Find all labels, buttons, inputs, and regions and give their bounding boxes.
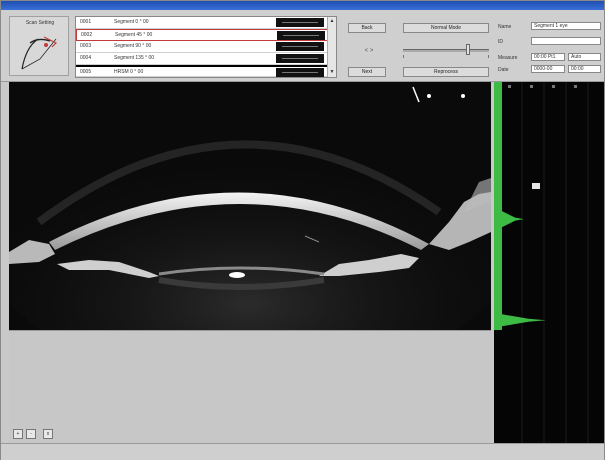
scan-setting-button[interactable]: Scan Setting (9, 16, 69, 76)
time-field[interactable]: 00:00 (568, 65, 601, 73)
reset-view-button[interactable]: x (43, 429, 53, 439)
scan-row-id: 0002 (81, 32, 93, 38)
scan-setting-label: Scan Setting (25, 20, 55, 26)
id-field[interactable] (531, 37, 601, 45)
scan-row-name: HRSM 0 ° 00 (114, 69, 144, 75)
scan-row-name: Segment 135 ° 00 (114, 55, 155, 61)
lower-panel (9, 330, 491, 443)
name-label: Name (498, 24, 512, 30)
date-label: Date (498, 67, 509, 73)
signal-baseline (494, 82, 502, 330)
scan-thumbnail (277, 31, 325, 40)
signal-top-ticks (508, 85, 577, 88)
a-scan-signal-panel[interactable] (494, 82, 604, 443)
scan-thumbnail (276, 68, 324, 77)
scan-row[interactable]: 0001 Segment 0 ° 00 (76, 17, 328, 29)
signal-marker (532, 183, 540, 189)
next-button[interactable]: Next (348, 67, 386, 77)
back-button[interactable]: Back (348, 23, 386, 33)
scan-list[interactable]: 0001 Segment 0 ° 00 0002 Segment 45 ° 00… (75, 16, 337, 78)
scan-thumbnail (276, 54, 324, 63)
oct-image-viewer[interactable] (9, 82, 491, 330)
brightness-slider-thumb[interactable] (465, 44, 470, 55)
scan-row-id: 0001 (80, 19, 92, 25)
scan-row[interactable]: 0003 Segment 90 ° 00 (76, 41, 328, 53)
anterior-segment-scan (9, 82, 491, 330)
id-label: ID (498, 39, 503, 45)
step-arrows[interactable]: < > (359, 48, 379, 54)
zoom-in-button[interactable]: + (13, 429, 23, 439)
eye-scan-icon (21, 36, 58, 70)
scroll-down-icon[interactable]: ▼ (329, 69, 335, 75)
mode-button[interactable]: Normal Mode (403, 23, 489, 33)
scan-row-id: 0005 (80, 69, 92, 75)
status-bar (1, 443, 604, 460)
measure-label: Measure (498, 55, 518, 61)
scan-thumbnail (276, 18, 324, 27)
scroll-up-icon[interactable]: ▲ (329, 18, 335, 24)
scan-row-name: Segment 90 ° 00 (114, 43, 152, 49)
reprocess-button[interactable]: Reprocess (403, 67, 489, 77)
scan-row[interactable]: 0004 Segment 135 ° 00 (76, 53, 328, 65)
scan-row-id: 0003 (80, 43, 92, 49)
scan-row-name: Segment 0 ° 00 (114, 19, 149, 25)
toolbar: Scan Setting 0001 Segment 0 ° 00 0002 Se… (1, 10, 604, 82)
a-scan-signal (494, 82, 589, 443)
scan-thumbnail (276, 42, 324, 51)
scan-row-id: 0004 (80, 55, 92, 61)
scan-row-selected[interactable]: 0002 Segment 45 ° 00 (76, 29, 328, 41)
scan-list-scrollbar[interactable]: ▲ ▼ (327, 17, 336, 77)
zoom-out-button[interactable]: - (26, 429, 36, 439)
brightness-slider-track[interactable] (403, 49, 489, 52)
date-field[interactable]: 0000-00 (531, 65, 565, 73)
signal-peak-1 (502, 211, 524, 228)
signal-grid (521, 82, 589, 443)
slider-ticks (403, 55, 489, 58)
window-title-bar (1, 1, 604, 10)
app-window: Scan Setting 0001 Segment 0 ° 00 0002 Se… (0, 0, 605, 460)
measure-mode-field[interactable]: Auto (568, 53, 601, 61)
name-field[interactable]: Segment 1 eye (531, 22, 601, 30)
scan-row[interactable]: 0005 HRSM 0 ° 00 (76, 65, 328, 77)
signal-peak-2 (502, 314, 546, 327)
scan-row-name: Segment 45 ° 00 (115, 32, 153, 38)
measure-field[interactable]: 00:00 Pt1 (531, 53, 565, 61)
